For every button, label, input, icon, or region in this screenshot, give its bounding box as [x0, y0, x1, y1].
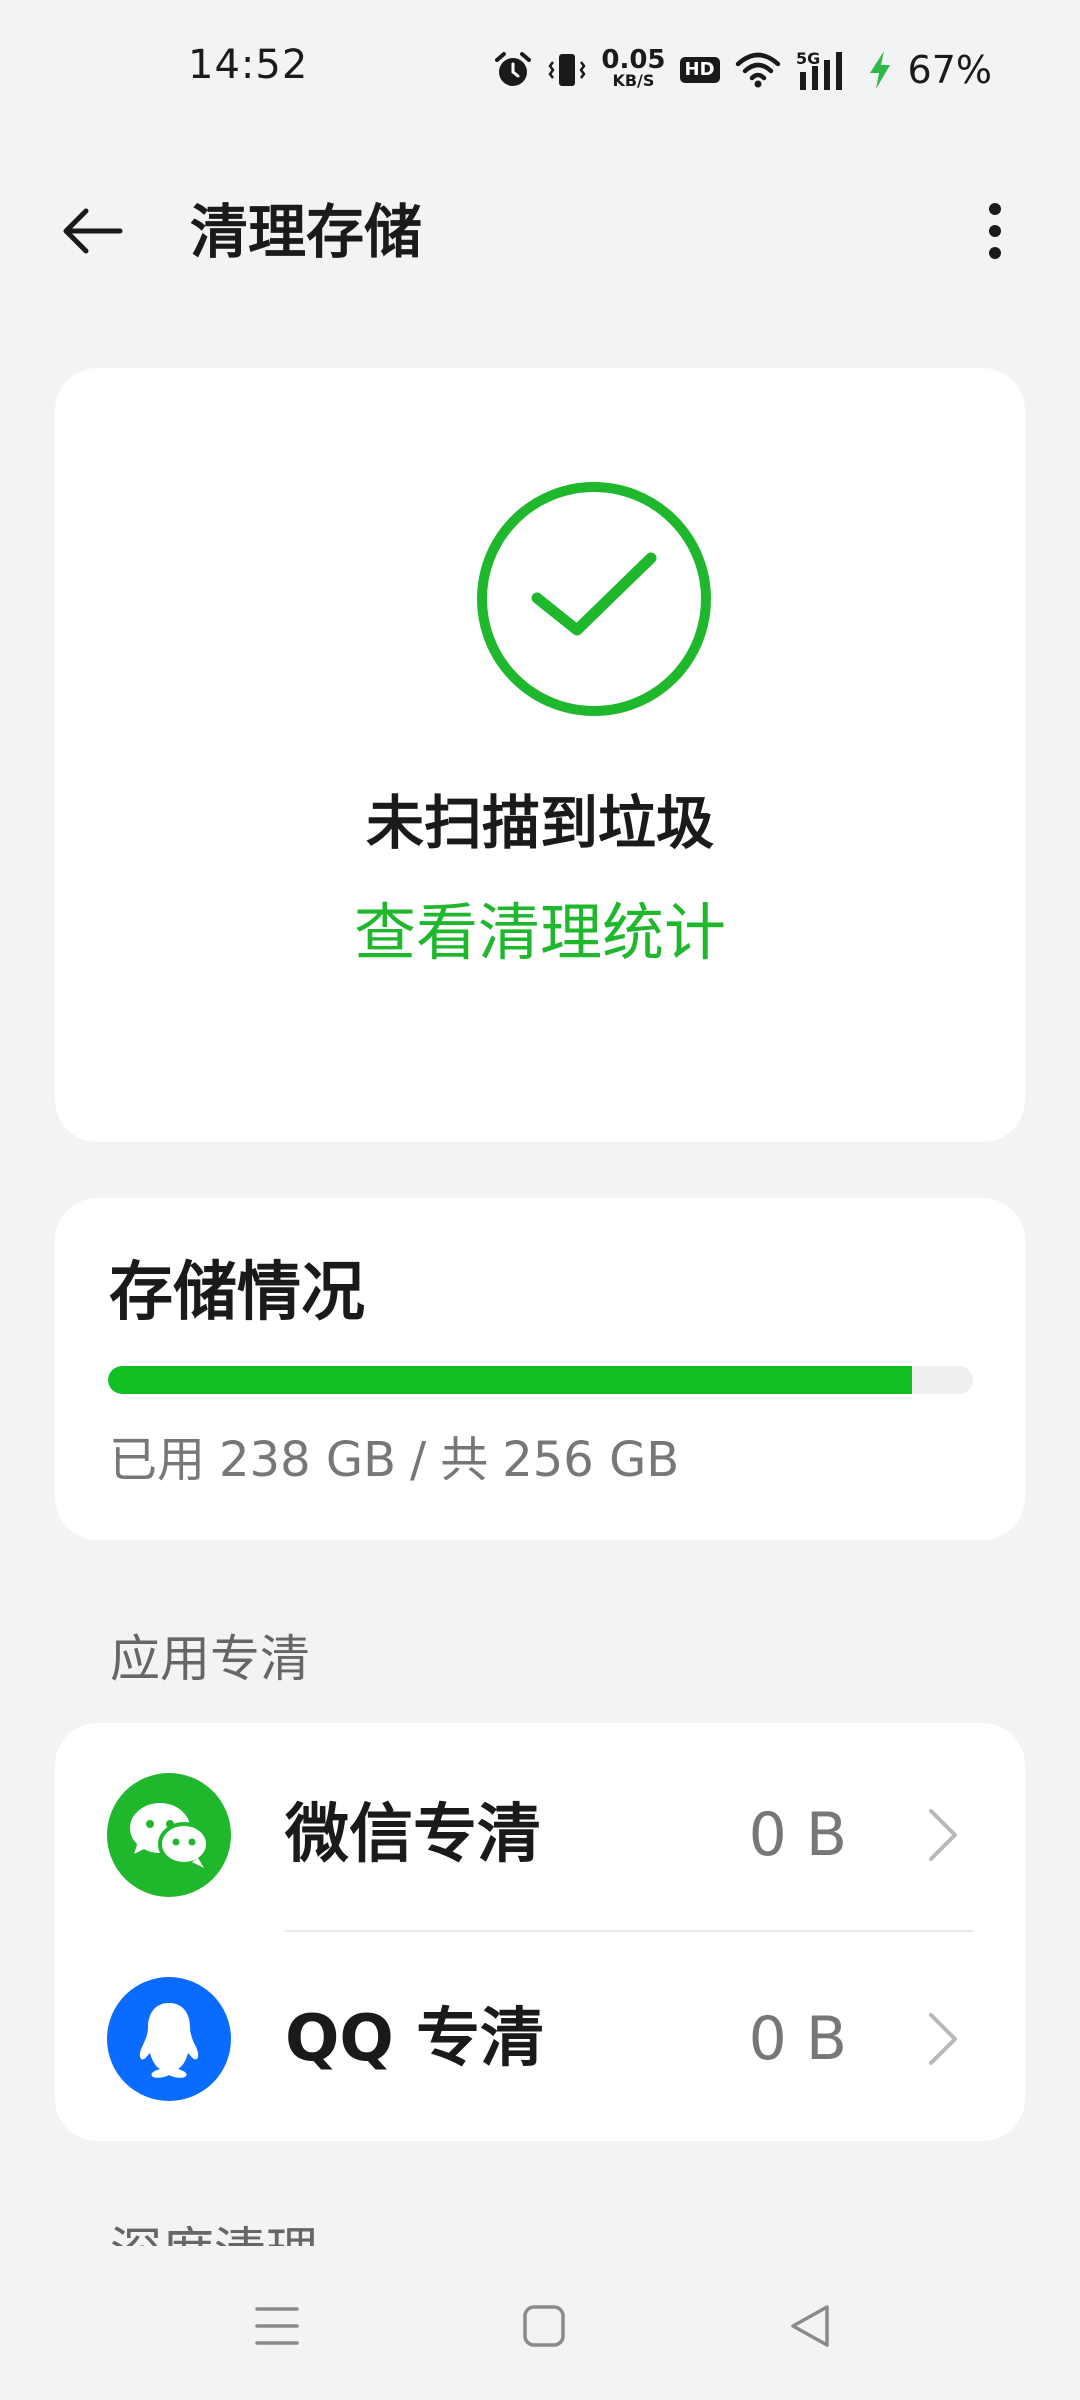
menu-icon — [255, 2307, 299, 2345]
qq-clean-size: 0 B — [748, 2004, 847, 2074]
alarm-icon — [495, 52, 532, 86]
qq-icon — [107, 1977, 231, 2101]
hd-badge: HD — [679, 57, 720, 83]
storage-progress-bar — [108, 1366, 973, 1394]
signal-icon: 5G — [796, 49, 842, 90]
chevron-right-icon — [929, 1809, 957, 1861]
app-bar: 清理存储 — [0, 170, 1080, 290]
section-label-app-clean: 应用专清 — [110, 1630, 310, 1688]
status-bar: 14:52 0.05 KB/S HD 5G 67% — [0, 0, 1080, 140]
view-clean-stats-link[interactable]: 查看清理统计 — [55, 888, 1025, 978]
storage-card[interactable]: 存储情况 已用 238 GB / 共 256 GB — [55, 1198, 1025, 1540]
qq-clean-label: QQ 专清 — [285, 2002, 545, 2076]
scan-status-title: 未扫描到垃圾 — [365, 789, 714, 857]
net-speed: 0.05 KB/S — [601, 47, 665, 89]
navigation-bar — [0, 2246, 1080, 2400]
vibrate-icon — [548, 54, 586, 86]
storage-title: 存储情况 — [109, 1256, 365, 1330]
wechat-clean-size: 0 B — [748, 1800, 847, 1870]
charging-icon — [869, 51, 890, 89]
page-title: 清理存储 — [190, 198, 423, 266]
chevron-right-icon — [929, 2013, 957, 2065]
usage-separator: / — [410, 1432, 427, 1488]
app-clean-card: 微信专清 0 B QQ 专清 0 B — [55, 1723, 1025, 2141]
net-speed-unit: KB/S — [612, 71, 655, 90]
network-type: 5G — [796, 49, 820, 68]
wechat-icon — [107, 1773, 231, 1897]
net-speed-value: 0.05 — [601, 45, 666, 75]
nav-back-button[interactable] — [770, 2286, 850, 2366]
total-value: 256 GB — [502, 1432, 680, 1488]
storage-usage-text: 已用 238 GB / 共 256 GB — [109, 1420, 693, 1500]
list-item-wechat-clean[interactable]: 微信专清 0 B — [55, 1733, 1025, 1933]
more-vertical-icon — [989, 203, 1001, 259]
more-options-button[interactable] — [960, 196, 1030, 266]
storage-progress-fill — [108, 1366, 913, 1394]
section-label-deep-clean: 深度清理 — [110, 2218, 318, 2246]
arrow-left-icon — [63, 208, 123, 254]
list-item-qq-clean[interactable]: QQ 专清 0 B — [55, 1937, 1025, 2137]
wechat-clean-label: 微信专清 — [285, 1798, 541, 1872]
total-label: 共 — [440, 1432, 489, 1488]
scan-result-card: 未扫描到垃圾 查看清理统计 — [55, 368, 1025, 1142]
battery-percent: 67% — [907, 48, 992, 92]
nav-recents-button[interactable] — [237, 2286, 317, 2366]
used-value: 238 GB — [219, 1432, 397, 1488]
nav-home-button[interactable] — [504, 2286, 584, 2366]
status-icons: 0.05 KB/S HD 5G 67% — [493, 42, 992, 98]
back-triangle-icon — [791, 2305, 829, 2347]
status-time: 14:52 — [188, 42, 309, 88]
wifi-icon — [735, 52, 780, 88]
list-divider — [285, 1930, 973, 1932]
used-label: 已用 — [109, 1432, 206, 1488]
back-button[interactable] — [52, 196, 132, 266]
check-circle-icon — [477, 482, 711, 716]
home-square-icon — [523, 2305, 565, 2347]
